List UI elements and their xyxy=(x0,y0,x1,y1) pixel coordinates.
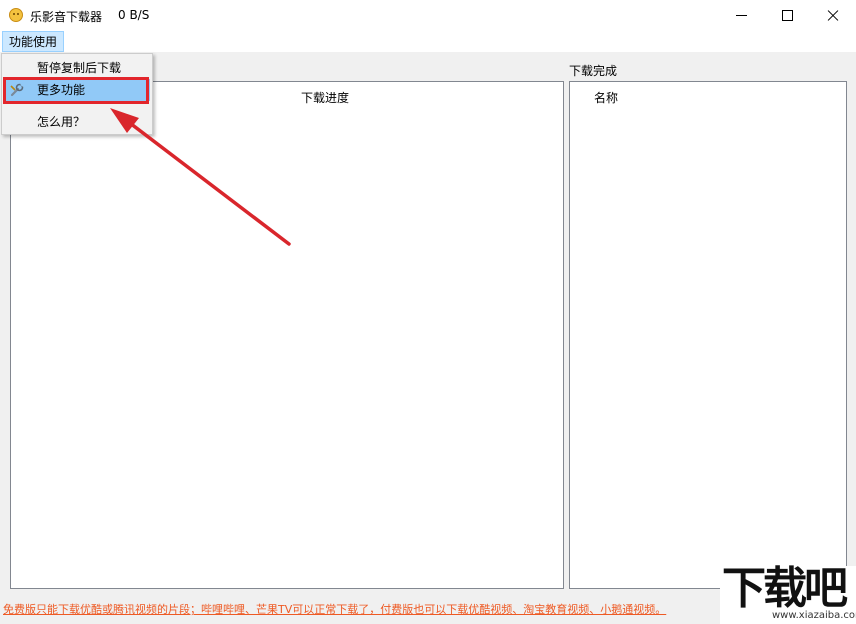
close-button[interactable] xyxy=(810,0,856,30)
app-title: 乐影音下载器 xyxy=(30,10,103,24)
watermark-url: www.xiazaiba.com xyxy=(772,610,856,621)
footer-notice[interactable]: 免费版只能下载优酷或腾讯视频的片段；哔哩哔哩、芒果TV可以正常下载了，付费版也可… xyxy=(3,601,666,617)
menu-item-how-to-use[interactable]: 怎么用？ xyxy=(4,111,150,133)
highlight-annotation-box xyxy=(3,77,149,104)
menu-item-label: 怎么用？ xyxy=(37,115,86,129)
column-header-name[interactable]: 名称 xyxy=(594,89,618,106)
menu-item-pause-copy-download[interactable]: 暂停复制后下载 xyxy=(4,57,150,79)
completed-list[interactable]: 名称 xyxy=(569,81,847,589)
watermark-logo-text: 下载吧 xyxy=(722,563,848,614)
menu-function-use[interactable]: 功能使用 xyxy=(2,31,65,52)
maximize-button[interactable] xyxy=(764,0,810,30)
download-speed: 0 B/S xyxy=(118,8,150,22)
download-progress-list[interactable]: 下载进度 xyxy=(10,81,564,589)
download-complete-label: 下载完成 xyxy=(569,64,618,78)
minimize-button[interactable] xyxy=(718,0,764,30)
column-header-progress[interactable]: 下载进度 xyxy=(301,89,349,106)
smiley-app-icon xyxy=(9,8,23,22)
menu-item-label: 暂停复制后下载 xyxy=(37,61,122,75)
watermark-logo: 下载吧 www.xiazaiba.com xyxy=(720,563,856,624)
title-bar: 乐影音下载器 0 B/S xyxy=(0,0,856,31)
menu-bar xyxy=(0,31,856,52)
